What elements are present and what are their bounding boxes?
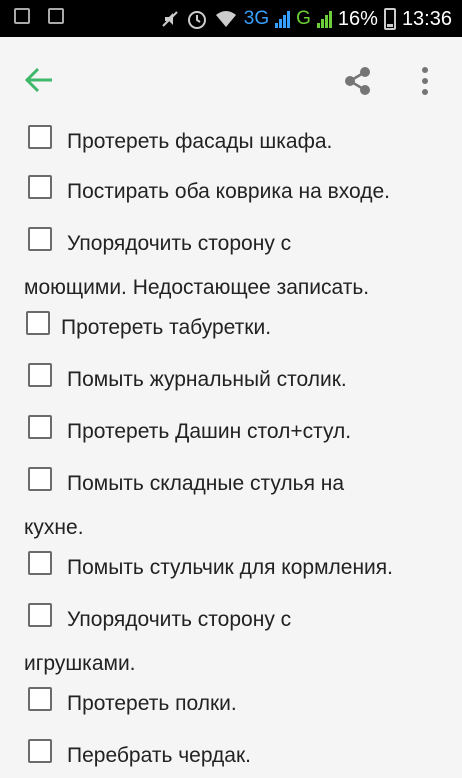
- checklist-item-text-continuation: кухне.: [24, 516, 84, 539]
- checklist-item-text: Помыть стульчик для кормления.: [67, 556, 393, 579]
- checklist-item-text: Протереть Дашин стол+стул.: [67, 420, 352, 443]
- checkbox[interactable]: [28, 739, 52, 763]
- arrow-left-icon[interactable]: [22, 65, 58, 95]
- checkbox[interactable]: [28, 227, 52, 251]
- status-bar: 3G G 16% 13:36: [0, 0, 462, 37]
- checkbox[interactable]: [28, 363, 52, 387]
- checklist-item-text: Помыть складные стулья на: [67, 472, 345, 495]
- checkbox[interactable]: [26, 311, 50, 335]
- checkbox[interactable]: [28, 551, 52, 575]
- battery-icon: [383, 8, 396, 30]
- clock: 13:36: [401, 7, 452, 30]
- checklist-item-text: Перебрать чердак.: [67, 744, 251, 767]
- checklist-item-text: Упорядочить сторону с: [67, 232, 292, 255]
- checklist-item[interactable]: Перебрать чердак.: [0, 734, 462, 778]
- checklist-item[interactable]: Протереть полки.: [0, 682, 462, 726]
- checklist-item[interactable]: Постирать оба коврика на входе.: [0, 170, 462, 214]
- checkbox[interactable]: [28, 415, 52, 439]
- gallery-notification-icon: [14, 8, 30, 24]
- checklist-item-text-continuation: игрушками.: [24, 652, 136, 675]
- network-g-label: G: [296, 8, 311, 29]
- share-icon[interactable]: [342, 65, 374, 97]
- checklist-item-text: Постирать оба коврика на входе.: [67, 180, 390, 203]
- battery-percent: 16%: [337, 7, 378, 30]
- alarm-icon: [187, 11, 206, 29]
- checklist-item[interactable]: Протереть фасады шкафа.: [0, 120, 462, 164]
- checkbox[interactable]: [28, 687, 52, 711]
- signal-g-icon: [316, 10, 332, 28]
- checkbox[interactable]: [28, 467, 52, 491]
- checklist-item[interactable]: Помыть складные стулья на кухне.: [0, 462, 462, 550]
- checkbox[interactable]: [28, 603, 52, 627]
- clipboard-notification-icon: [48, 8, 64, 24]
- checklist-item-text: Протереть табуретки.: [61, 316, 272, 339]
- checklist-item-text: Протереть фасады шкафа.: [67, 130, 333, 153]
- checklist-item-text-continuation: моющими. Недостающее записать.: [24, 276, 370, 299]
- toolbar: [0, 37, 462, 121]
- more-vert-icon[interactable]: [414, 65, 436, 97]
- wifi-icon: [215, 11, 236, 27]
- mute-icon: [162, 11, 178, 27]
- checklist-item[interactable]: Протереть Дашин стол+стул.: [0, 410, 462, 454]
- checklist-item-text: Упорядочить сторону с: [67, 608, 292, 631]
- checklist-item[interactable]: Упорядочить сторону с игрушками.: [0, 598, 462, 686]
- checkbox[interactable]: [28, 125, 52, 149]
- checklist-item[interactable]: Помыть стульчик для кормления.: [0, 546, 462, 590]
- checklist-item-text: Помыть журнальный столик.: [67, 368, 347, 391]
- signal-3g-icon: [275, 10, 291, 28]
- checklist-item-text: Протереть полки.: [67, 692, 237, 715]
- network-3g-label: 3G: [243, 8, 270, 29]
- checklist-item[interactable]: Протереть табуретки.: [0, 306, 462, 350]
- checklist-item[interactable]: Упорядочить сторону с моющими. Недостающе…: [0, 222, 462, 310]
- checklist-item[interactable]: Помыть журнальный столик.: [0, 358, 462, 402]
- checkbox[interactable]: [28, 175, 52, 199]
